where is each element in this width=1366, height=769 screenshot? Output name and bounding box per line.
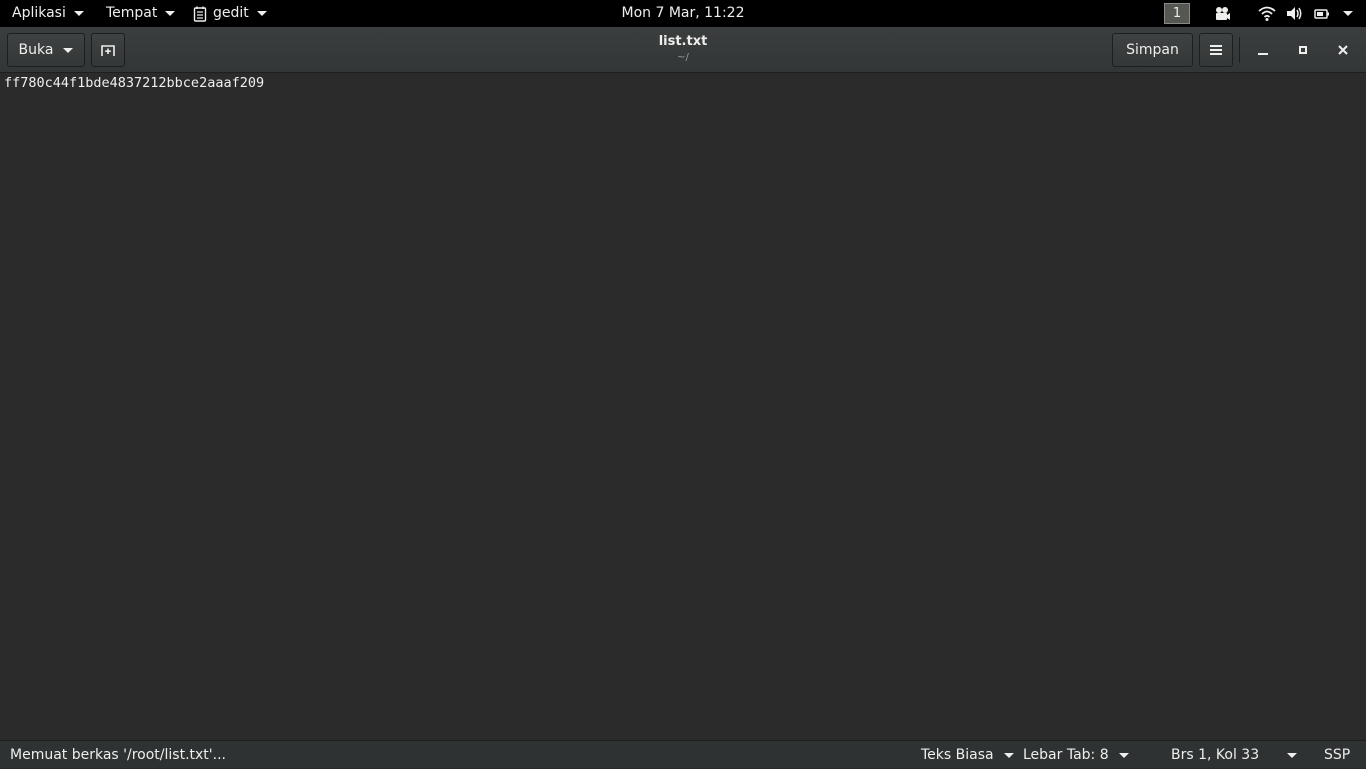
text-editor-icon <box>193 6 207 22</box>
new-tab-icon <box>101 45 115 56</box>
headerbar: Buka list.txt ~/ Simpan <box>0 27 1366 73</box>
language-selector[interactable]: Teks Biasa <box>921 741 1014 769</box>
places-menu-label: Tempat <box>106 5 158 21</box>
applications-menu[interactable]: Aplikasi <box>12 0 84 27</box>
battery-icon[interactable] <box>1314 5 1332 22</box>
tab-width-label: Lebar Tab: 8 <box>1023 747 1109 763</box>
headerbar-separator <box>1239 37 1240 63</box>
clock-label[interactable]: Mon 7 Mar, 11:22 <box>622 5 745 21</box>
close-icon <box>1338 45 1348 55</box>
open-button[interactable]: Buka <box>7 33 85 67</box>
minimize-icon <box>1258 53 1268 55</box>
insert-mode[interactable]: SSP <box>1324 741 1350 769</box>
maximize-button[interactable] <box>1294 41 1312 59</box>
statusbar: Memuat berkas '/root/list.txt'... Teks B… <box>0 740 1366 768</box>
system-menu-chevron-icon[interactable] <box>1343 11 1353 16</box>
cursor-position-menu[interactable] <box>1285 741 1297 769</box>
document-path: ~/ <box>677 52 689 63</box>
close-button[interactable] <box>1334 41 1352 59</box>
top-panel: Aplikasi Tempat gedit Mon 7 Mar, 11:22 1 <box>0 0 1366 27</box>
chevron-down-icon <box>73 11 84 16</box>
volume-icon[interactable] <box>1286 5 1304 22</box>
chevron-down-icon <box>256 11 267 16</box>
save-button[interactable]: Simpan <box>1112 33 1193 67</box>
editor-line[interactable]: ff780c44f1bde4837212bbce2aaaf209 <box>4 75 264 92</box>
document-title: list.txt <box>658 34 708 49</box>
chevron-down-icon <box>63 47 74 53</box>
tab-width-selector[interactable]: Lebar Tab: 8 <box>1023 741 1129 769</box>
chevron-down-icon <box>1287 752 1297 758</box>
maximize-icon <box>1299 46 1307 54</box>
workspace-indicator[interactable]: 1 <box>1164 3 1190 24</box>
cursor-position-label: Brs 1, Kol 33 <box>1171 747 1260 763</box>
new-tab-button[interactable] <box>91 33 125 67</box>
applications-menu-label: Aplikasi <box>12 5 66 21</box>
chevron-down-icon <box>165 11 176 16</box>
text-editor[interactable]: ff780c44f1bde4837212bbce2aaaf209 <box>0 73 1366 740</box>
status-message: Memuat berkas '/root/list.txt'... <box>10 747 226 763</box>
open-button-label: Buka <box>18 42 54 58</box>
hamburger-menu-icon <box>1210 45 1222 55</box>
save-button-label: Simpan <box>1126 42 1179 58</box>
language-selector-label: Teks Biasa <box>921 747 994 763</box>
menu-button[interactable] <box>1199 33 1233 67</box>
places-menu[interactable]: Tempat <box>106 0 176 27</box>
app-menu[interactable]: gedit <box>193 0 267 27</box>
chevron-down-icon <box>1003 752 1014 758</box>
minimize-button[interactable] <box>1254 41 1272 59</box>
chevron-down-icon <box>1118 752 1129 758</box>
cursor-position[interactable]: Brs 1, Kol 33 <box>1171 741 1259 769</box>
app-menu-label: gedit <box>213 5 249 21</box>
wifi-icon[interactable] <box>1258 5 1276 22</box>
window-title-area: list.txt ~/ <box>483 33 883 65</box>
camera-icon[interactable] <box>1213 5 1231 22</box>
